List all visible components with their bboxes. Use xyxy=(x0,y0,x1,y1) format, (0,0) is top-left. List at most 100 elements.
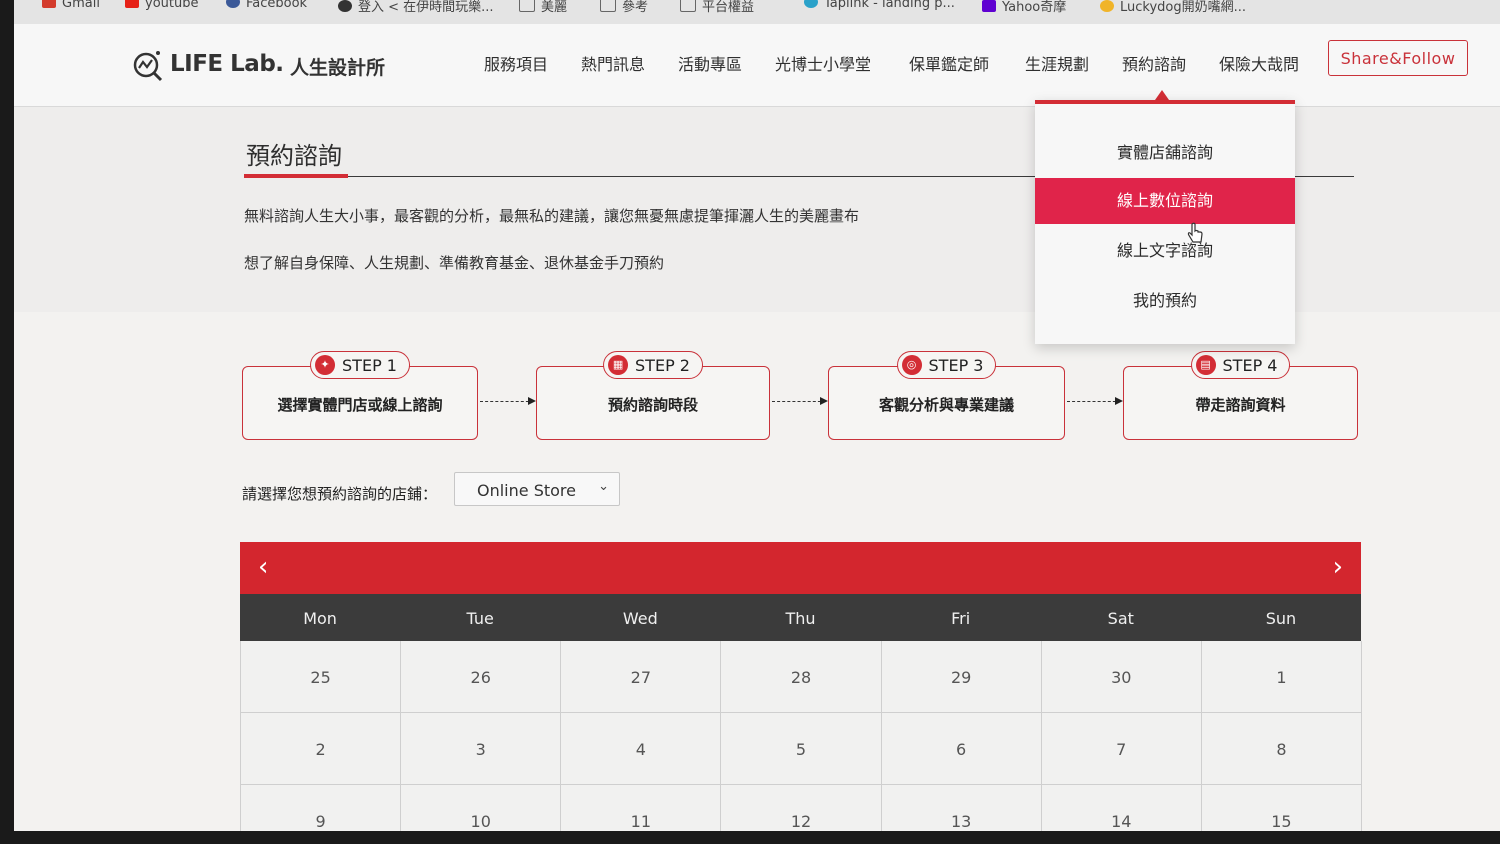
step-text: 選擇實體門店或線上諮詢 xyxy=(277,396,443,414)
calendar-header: ‹ › xyxy=(240,542,1361,594)
bookmark-youtube[interactable]: youtube xyxy=(125,0,198,11)
step-label: STEP 4 xyxy=(1222,355,1278,375)
calendar-grid: 25 26 27 28 29 30 1 2 3 4 5 6 7 8 9 10 1… xyxy=(240,641,1362,831)
nav-news[interactable]: 熱門訊息 xyxy=(581,51,645,75)
chevron-down-icon: ⌄ xyxy=(598,479,609,494)
bookmarks-bar: Gmail youtube Facebook 登入 < 在伊時間玩樂... 美麗… xyxy=(14,0,1500,25)
prev-month-button[interactable]: ‹ xyxy=(258,552,268,582)
bookmark-icon xyxy=(1100,0,1114,12)
folder-icon xyxy=(600,0,616,12)
title-accent-bar xyxy=(244,174,348,178)
calendar-day[interactable]: 29 xyxy=(881,641,1042,713)
calendar-day[interactable]: 7 xyxy=(1041,713,1202,785)
weekday-wed: Wed xyxy=(622,609,658,628)
store-select[interactable]: Online Store ⌄ xyxy=(454,472,620,506)
share-follow-button[interactable]: Share&Follow xyxy=(1328,40,1468,76)
step-badge-3: ◎ STEP 3 xyxy=(896,351,997,379)
calendar-day[interactable]: 8 xyxy=(1201,713,1362,785)
store-select-value: Online Store xyxy=(477,481,576,500)
nav-career-planning[interactable]: 生涯規劃 xyxy=(1025,51,1089,75)
step-text: 帶走諮詢資料 xyxy=(1195,396,1286,414)
calendar-icon: ▦ xyxy=(608,355,629,375)
calendar-day[interactable]: 12 xyxy=(721,785,882,831)
calendar-day[interactable]: 15 xyxy=(1201,785,1362,831)
step-card-2: ▦ STEP 2 預約諮詢時段 xyxy=(536,351,770,440)
calendar-weekday-row: Mon Tue Wed Thu Fri Sat Sun xyxy=(240,594,1361,641)
bookmark-folder-beauty[interactable]: 美麗 xyxy=(519,0,567,15)
dropdown-caret xyxy=(1155,90,1169,100)
step-card-4: ▤ STEP 4 帶走諮詢資料 xyxy=(1123,351,1358,440)
menu-item-store-consult[interactable]: 實體店舖諮詢 xyxy=(1035,130,1295,176)
nav-school[interactable]: 光博士小學堂 xyxy=(775,51,871,75)
nav-services[interactable]: 服務項目 xyxy=(484,51,548,75)
logo-text-en: LIFE Lab. xyxy=(170,51,284,77)
hand-cursor-icon xyxy=(1187,222,1203,243)
calendar-day[interactable]: 11 xyxy=(561,785,722,831)
menu-item-online-text-consult[interactable]: 線上文字諮詢 xyxy=(1035,228,1295,274)
taplink-icon xyxy=(804,0,818,8)
bookmark-folder-reference[interactable]: 參考 xyxy=(600,0,648,15)
calendar-day[interactable]: 5 xyxy=(721,713,882,785)
intro-text-2: 想了解自身保障、人生規劃、準備教育基金、退休基金手刀預約 xyxy=(244,254,665,272)
step-arrow-3 xyxy=(1067,397,1123,405)
step-badge-4: ▤ STEP 4 xyxy=(1190,351,1291,379)
step-arrow-2 xyxy=(772,397,828,405)
calendar-day[interactable]: 28 xyxy=(721,641,882,713)
weekday-fri: Fri xyxy=(951,609,971,628)
step-label: STEP 1 xyxy=(342,355,397,375)
next-month-button[interactable]: › xyxy=(1333,552,1343,582)
calendar-day[interactable]: 9 xyxy=(241,785,402,831)
lightbulb-icon: ✦ xyxy=(315,355,336,375)
menu-item-my-bookings[interactable]: 我的預約 xyxy=(1035,278,1295,324)
nav-booking[interactable]: 預約諮詢 xyxy=(1122,51,1186,75)
youtube-icon xyxy=(125,0,139,8)
bookmark-yahoo[interactable]: Yahoo奇摩 xyxy=(982,0,1066,15)
calendar-day[interactable]: 10 xyxy=(401,785,562,831)
bookmark-luckydog[interactable]: Luckydog開奶嘴網... xyxy=(1100,0,1246,15)
step-label: STEP 3 xyxy=(928,355,984,375)
folder-icon xyxy=(519,0,535,12)
calendar-day[interactable]: 3 xyxy=(401,713,562,785)
nav-events[interactable]: 活動專區 xyxy=(678,51,742,75)
calendar-day[interactable]: 13 xyxy=(881,785,1042,831)
bookmark-folder-platform[interactable]: 平台權益 xyxy=(680,0,754,15)
nav-policy-review[interactable]: 保單鑑定師 xyxy=(909,51,989,75)
booking-dropdown-menu: 實體店舖諮詢 線上數位諮詢 線上文字諮詢 我的預約 xyxy=(1035,100,1295,344)
step-card-1: ✦ STEP 1 選擇實體門店或線上諮詢 xyxy=(242,351,478,440)
calendar-day[interactable]: 1 xyxy=(1201,641,1362,713)
target-icon: ◎ xyxy=(901,355,922,375)
step-badge-2: ▦ STEP 2 xyxy=(603,351,703,379)
weekday-mon: Mon xyxy=(303,609,337,628)
calendar-day[interactable]: 14 xyxy=(1041,785,1202,831)
calendar-day[interactable]: 2 xyxy=(241,713,402,785)
bookmark-taplink[interactable]: Taplink - landing p... xyxy=(804,0,955,11)
weekday-thu: Thu xyxy=(785,609,816,628)
globe-icon xyxy=(338,0,352,12)
bookmark-login[interactable]: 登入 < 在伊時間玩樂... xyxy=(338,0,494,15)
store-select-label: 請選擇您想預約諮詢的店鋪： xyxy=(242,485,438,503)
browser-viewport: Gmail youtube Facebook 登入 < 在伊時間玩樂... 美麗… xyxy=(14,0,1500,831)
yahoo-icon xyxy=(982,0,996,12)
nav-insurance-faq[interactable]: 保險大哉問 xyxy=(1219,51,1299,75)
facebook-icon xyxy=(226,0,240,8)
calendar-day[interactable]: 6 xyxy=(881,713,1042,785)
site-header: LIFE Lab. 人生設計所 服務項目 熱門訊息 活動專區 光博士小學堂 保單… xyxy=(14,24,1500,107)
step-text: 預約諮詢時段 xyxy=(607,396,698,414)
calendar-day[interactable]: 27 xyxy=(561,641,722,713)
step-badge-1: ✦ STEP 1 xyxy=(310,351,410,379)
step-label: STEP 2 xyxy=(635,355,690,375)
step-arrow-1 xyxy=(480,397,536,405)
weekday-sun: Sun xyxy=(1265,609,1297,628)
document-icon: ▤ xyxy=(1195,355,1216,375)
gmail-icon xyxy=(42,0,56,8)
calendar-day[interactable]: 25 xyxy=(241,641,402,713)
logo-chart-icon xyxy=(133,51,163,82)
calendar-day[interactable]: 30 xyxy=(1041,641,1202,713)
calendar-day[interactable]: 4 xyxy=(561,713,722,785)
bookmark-gmail[interactable]: Gmail xyxy=(42,0,100,11)
weekday-sat: Sat xyxy=(1107,609,1134,628)
logo-text-zh: 人生設計所 xyxy=(290,57,386,79)
calendar-day[interactable]: 26 xyxy=(401,641,562,713)
bookmark-facebook[interactable]: Facebook xyxy=(226,0,307,11)
menu-item-online-digital-consult[interactable]: 線上數位諮詢 xyxy=(1035,178,1295,224)
